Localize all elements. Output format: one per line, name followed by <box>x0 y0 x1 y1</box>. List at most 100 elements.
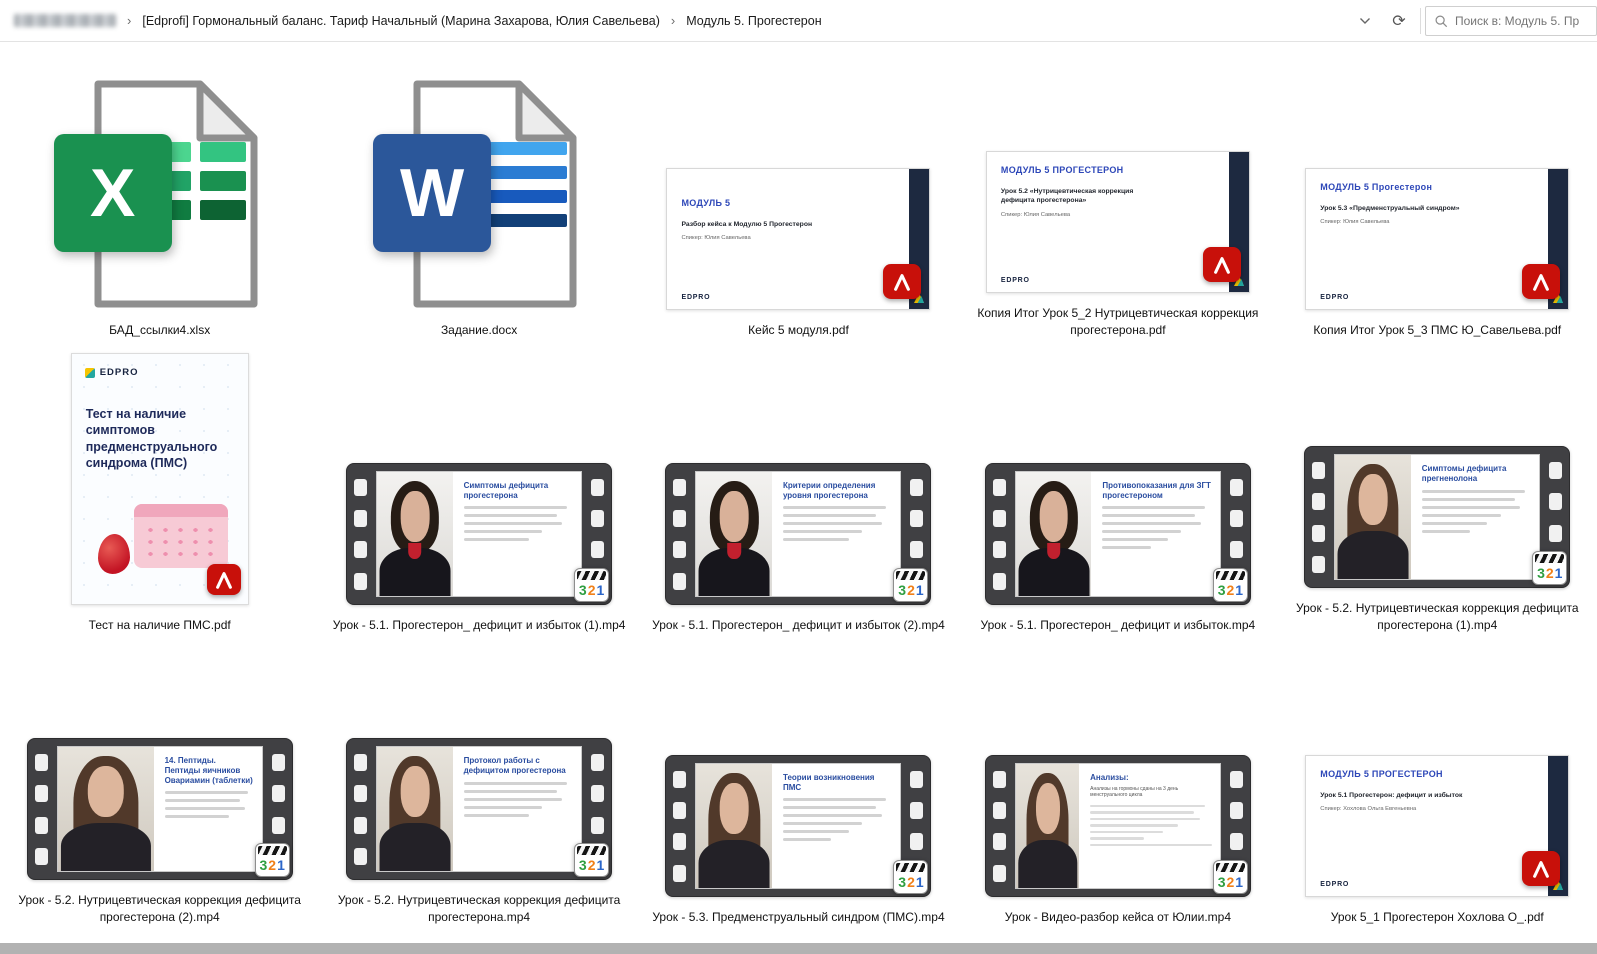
video-slide-title: Противопоказания для ЗГТ прогестероном <box>1102 481 1212 500</box>
file-tile[interactable]: МОДУЛЬ 5 ПРОГЕСТЕРОН Урок 5.1 Прогестеро… <box>1278 640 1597 932</box>
video-thumbnail: Анализы: Анализы на гормоны сданы на 3 д… <box>985 755 1251 897</box>
excel-sheet-lines <box>165 142 246 220</box>
clapperboard-icon <box>577 571 606 580</box>
slide-bullet-lines <box>783 506 893 541</box>
horizontal-scrollbar[interactable] <box>0 943 1597 954</box>
breadcrumb: › [Edprofi] Гормональный баланс. Тариф Н… <box>0 13 822 28</box>
file-tile[interactable]: МОДУЛЬ 5 Прогестерон Урок 5.3 «Предменст… <box>1278 42 1597 345</box>
file-name[interactable]: Урок - 5.2. Нутрицевтическая коррекция д… <box>1288 600 1586 634</box>
breadcrumb-root-redacted[interactable] <box>14 14 116 27</box>
slide-speaker: Спикер: Хохлова Ольга Евгеньевна <box>1320 806 1536 812</box>
breadcrumb-separator-icon: › <box>126 13 132 28</box>
file-name[interactable]: Задание.docx <box>441 322 517 339</box>
slide-bullet-lines <box>1422 490 1532 533</box>
file-tile[interactable]: EDPRO Тест на наличие симптомов предменс… <box>0 345 319 640</box>
media-player-classic-icon: 321 <box>1213 568 1248 602</box>
file-tile[interactable]: Теории возникновения ПМС 321 Урок - 5.3.… <box>639 640 958 932</box>
file-tile[interactable]: Анализы: Анализы на гормоны сданы на 3 д… <box>958 640 1277 932</box>
slide-subtitle: Разбор кейса к Модулю 5 Прогестерон <box>681 220 846 229</box>
file-name[interactable]: Копия Итог Урок 5_3 ПМС Ю_Савельева.pdf <box>1313 322 1561 339</box>
pdf-icon <box>1522 264 1560 299</box>
file-name[interactable]: Кейс 5 модуля.pdf <box>748 322 849 339</box>
pdf-icon <box>1522 851 1560 886</box>
video-slide-title: Симптомы дефицита прогестерона <box>464 481 574 500</box>
file-tile[interactable]: Противопоказания для ЗГТ прогестероном 3… <box>958 345 1277 640</box>
slide-table-lines <box>1090 805 1212 847</box>
media-player-classic-icon: 321 <box>255 843 290 877</box>
file-name[interactable]: Урок - 5.1. Прогестерон_ дефицит и избыт… <box>652 617 945 634</box>
film-sprockets-left <box>986 756 1013 896</box>
breadcrumb-segment-module[interactable]: Модуль 5. Прогестерон <box>686 14 821 28</box>
file-tile[interactable]: W Задание.docx <box>319 42 638 345</box>
clapperboard-icon <box>1535 554 1564 563</box>
slide-bullet-lines <box>783 798 893 841</box>
presenter-figure <box>696 472 771 596</box>
file-name[interactable]: Урок - Видео-разбор кейса от Юлии.mp4 <box>1005 909 1231 926</box>
video-slide-title: 14. Пептиды. Пептиды яичников Овариамин … <box>165 756 254 785</box>
film-sprockets-left <box>347 739 374 879</box>
presenter-figure <box>1335 455 1410 579</box>
video-slide-title: Теории возникновения ПМС <box>783 773 893 792</box>
toolbar: › [Edprofi] Гормональный баланс. Тариф Н… <box>0 0 1597 42</box>
clapperboard-icon <box>258 846 287 855</box>
scrollbar-thumb[interactable] <box>0 943 1597 954</box>
file-name[interactable]: Урок - 5.1. Прогестерон_ дефицит и избыт… <box>333 617 626 634</box>
toolbar-right: ⟳ Поиск в: Модуль 5. Пр <box>1348 0 1597 41</box>
video-thumbnail: Критерии определения уровня прогестерона… <box>665 463 931 605</box>
video-thumbnail: Симптомы дефицита прогестерона 321 <box>346 463 612 605</box>
video-thumbnail: Симптомы дефицита прегненолона 321 <box>1304 446 1570 588</box>
file-tile[interactable]: 14. Пептиды. Пептиды яичников Овариамин … <box>0 640 319 932</box>
video-slide-note: Анализы на гормоны сданы на 3 день менст… <box>1090 786 1212 799</box>
pdf-slide-thumbnail: МОДУЛЬ 5 Прогестерон Урок 5.3 «Предменст… <box>1305 168 1569 310</box>
file-name[interactable]: Тест на наличие ПМС.pdf <box>89 617 231 634</box>
file-tile[interactable]: Критерии определения уровня прогестерона… <box>639 345 958 640</box>
pdf-cover-thumbnail: EDPRO Тест на наличие симптомов предменс… <box>71 353 249 605</box>
media-player-classic-icon: 321 <box>893 568 928 602</box>
file-grid: X БАД_ссылки4.xlsx W Задание.docx МОДУЛЬ… <box>0 42 1597 943</box>
edpro-logo: EDPRO <box>1320 294 1536 301</box>
slide-title: МОДУЛЬ 5 <box>681 198 831 209</box>
file-tile[interactable]: X БАД_ссылки4.xlsx <box>0 42 319 345</box>
calendar-icon <box>134 504 228 568</box>
excel-file-icon: X <box>54 78 266 310</box>
film-sprockets-left <box>666 756 693 896</box>
file-name[interactable]: Урок - 5.1. Прогестерон_ дефицит и избыт… <box>981 617 1256 634</box>
film-sprockets-left <box>28 739 55 879</box>
edpro-logo: EDPRO <box>1001 277 1217 284</box>
file-name[interactable]: Урок - 5.2. Нутрицевтическая коррекция д… <box>11 892 309 926</box>
chevron-down-icon <box>1359 17 1371 25</box>
file-name[interactable]: Копия Итог Урок 5_2 Нутрицевтическая кор… <box>969 305 1267 339</box>
pdf-slide-thumbnail: МОДУЛЬ 5 ПРОГЕСТЕРОН Урок 5.1 Прогестеро… <box>1305 755 1569 897</box>
file-name[interactable]: Урок 5_1 Прогестерон Хохлова О_.pdf <box>1331 909 1544 926</box>
slide-title: МОДУЛЬ 5 ПРОГЕСТЕРОН <box>1001 165 1151 176</box>
media-player-classic-icon: 321 <box>1532 551 1567 585</box>
word-file-icon: W <box>373 78 585 310</box>
film-sprockets-left <box>986 464 1013 604</box>
search-icon <box>1434 14 1448 28</box>
clapperboard-icon <box>896 571 925 580</box>
slide-bullet-lines <box>464 782 574 817</box>
edpro-logo: EDPRO <box>1320 881 1536 888</box>
video-slide-title: Протокол работы с дефицитом прогестерона <box>464 756 574 775</box>
file-tile[interactable]: Симптомы дефицита прогестерона 321 Урок … <box>319 345 638 640</box>
search-box[interactable]: Поиск в: Модуль 5. Пр <box>1425 6 1597 36</box>
slide-speaker: Спикер: Юлия Савельева <box>1320 219 1536 225</box>
refresh-button[interactable]: ⟳ <box>1382 0 1416 41</box>
edpro-mark-icon <box>85 368 95 378</box>
slide-bullet-lines <box>1102 506 1212 549</box>
file-name[interactable]: Урок - 5.3. Предменструальный синдром (П… <box>652 909 944 926</box>
slide-title: МОДУЛЬ 5 ПРОГЕСТЕРОН <box>1320 769 1470 780</box>
file-name[interactable]: Урок - 5.2. Нутрицевтическая коррекция д… <box>330 892 628 926</box>
address-dropdown-button[interactable] <box>1348 0 1382 41</box>
presenter-figure <box>1016 472 1091 596</box>
slide-subtitle: Урок 5.2 «Нутрицевтическая коррекция деф… <box>1001 187 1166 205</box>
file-tile[interactable]: Протокол работы с дефицитом прогестерона… <box>319 640 638 932</box>
file-tile[interactable]: МОДУЛЬ 5 ПРОГЕСТЕРОН Урок 5.2 «Нутрицевт… <box>958 42 1277 345</box>
file-tile[interactable]: МОДУЛЬ 5 Разбор кейса к Модулю 5 Прогест… <box>639 42 958 345</box>
file-tile[interactable]: Симптомы дефицита прегненолона 321 Урок … <box>1278 345 1597 640</box>
video-slide-title: Критерии определения уровня прогестерона <box>783 481 893 500</box>
file-name[interactable]: БАД_ссылки4.xlsx <box>109 322 210 339</box>
breadcrumb-segment-course[interactable]: [Edprofi] Гормональный баланс. Тариф Нач… <box>142 14 660 28</box>
slide-title: МОДУЛЬ 5 Прогестерон <box>1320 182 1470 193</box>
edpro-logo: EDPRO <box>681 294 897 301</box>
